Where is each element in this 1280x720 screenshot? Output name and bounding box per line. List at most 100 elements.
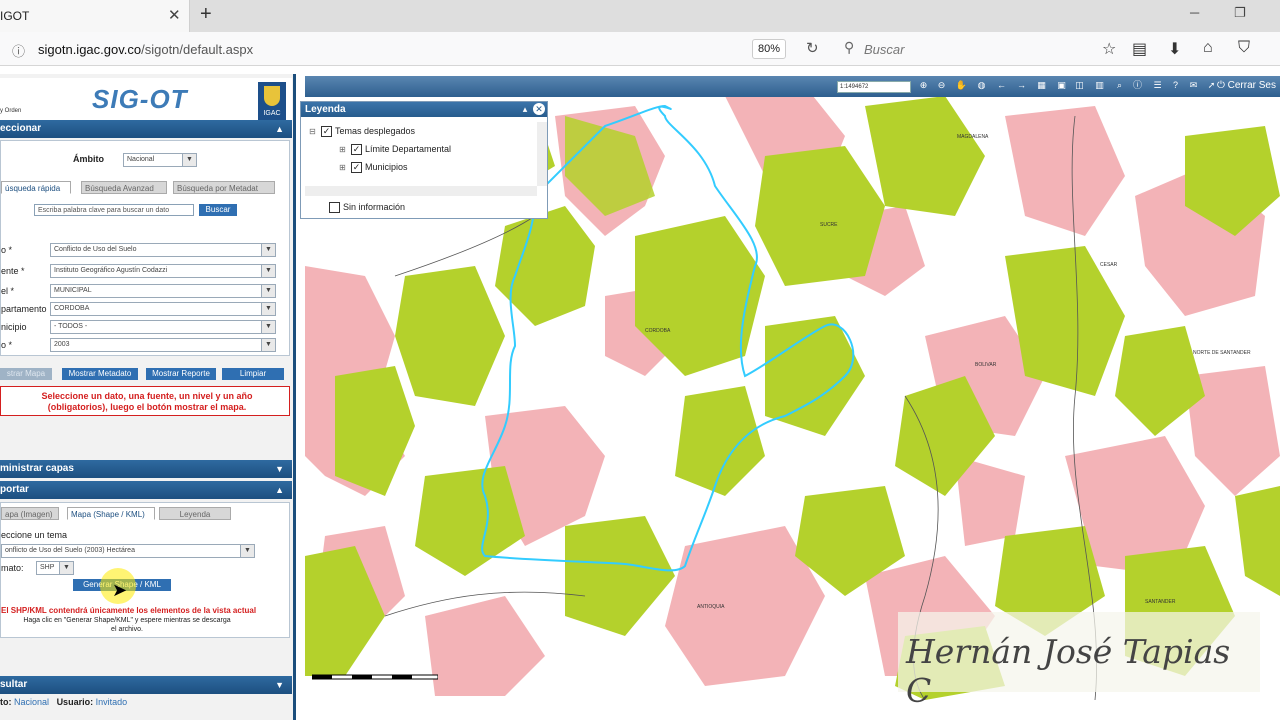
seleccionar-box: Ámbito Nacional ▼ úsqueda rápida Búsqueda…	[0, 140, 290, 356]
find-icon[interactable]: ⌕	[1113, 79, 1126, 92]
departamento-value: CORDOBA	[54, 305, 90, 312]
exportar-title: portar	[0, 484, 29, 495]
scale-bar	[312, 674, 438, 680]
label-magdalena: MAGDALENA	[957, 134, 989, 140]
legend-sin-informacion[interactable]: Sin información	[329, 202, 405, 214]
left-panel: y Orden SIG-OT IGAC eccionar ▲ Ámbito Na…	[0, 74, 296, 720]
close-tab-icon[interactable]: ✕	[168, 6, 181, 24]
new-tab-icon[interactable]: +	[200, 3, 212, 26]
back-icon[interactable]: ←	[995, 79, 1008, 92]
measure-icon[interactable]: ▥	[1093, 79, 1106, 92]
consultar-header[interactable]: sultar ▼	[0, 676, 292, 694]
mostrar-reporte-button[interactable]: Mostrar Reporte	[146, 368, 216, 380]
label-bolivar: BOLIVAR	[975, 362, 997, 368]
field-label-nivel: el *	[1, 286, 15, 296]
layers-icon[interactable]: ▦	[1035, 79, 1048, 92]
municipio-select[interactable]: - TODOS - ▼	[50, 320, 276, 334]
nivel-select[interactable]: MUNICIPAL ▼	[50, 284, 276, 298]
mostrar-mapa-button[interactable]: strar Mapa	[0, 368, 52, 380]
zoom-in-icon[interactable]: ⊕	[917, 79, 930, 92]
field-label-anio: o *	[1, 340, 13, 350]
scale-select[interactable]: 1:1494672	[837, 81, 911, 93]
browser-search-input[interactable]: Buscar	[864, 42, 904, 57]
seleccionar-title: eccionar	[0, 123, 42, 134]
bookmark-star-icon[interactable]: ☆	[1102, 39, 1116, 59]
buscar-button[interactable]: Buscar	[199, 204, 237, 216]
legend-scrollbar[interactable]	[537, 122, 547, 186]
label-sucre: SUCRE	[820, 222, 838, 228]
legend-window[interactable]: Leyenda ▴ ✕ ⊟ ✓ Temas desplegados ⊞ ✓ Límite…	[300, 101, 548, 219]
reload-icon[interactable]: ↻	[806, 39, 819, 57]
restore-icon[interactable]: ❐	[1234, 5, 1246, 21]
administrar-capas-header[interactable]: ministrar capas ▼	[0, 460, 292, 478]
keyword-search-input[interactable]: Escriba palabra clave para buscar un dat…	[34, 204, 194, 216]
tab-busqueda-avanzada[interactable]: Búsqueda Avanzad	[81, 181, 167, 194]
legend-item-municipios[interactable]: ⊞ ✓ Municipios	[339, 162, 408, 174]
download-icon[interactable]: ⬇	[1168, 39, 1181, 59]
select-icon[interactable]: ▣	[1055, 79, 1068, 92]
checkbox-checked[interactable]: ✓	[351, 144, 362, 156]
legend-header[interactable]: Leyenda ▴ ✕	[301, 102, 547, 117]
chevron-down-icon: ▼	[240, 545, 254, 557]
tree-collapse-icon[interactable]: ⊟	[309, 127, 318, 136]
zoom-indicator[interactable]: 80%	[752, 39, 786, 59]
forward-icon[interactable]: →	[1015, 79, 1028, 92]
formato-select[interactable]: SHP ▼	[36, 561, 74, 575]
address-bar[interactable]: sigotn.igac.gov.co/sigotn/default.aspx	[38, 42, 253, 57]
dato-select[interactable]: Conflicto de Uso del Suelo ▼	[50, 243, 276, 257]
pan-icon[interactable]: ✋	[955, 79, 968, 92]
tab-busqueda-rapida[interactable]: úsqueda rápida	[1, 181, 71, 194]
chevron-down-icon: ▼	[261, 339, 275, 351]
zoom-out-icon[interactable]: ⊖	[935, 79, 948, 92]
expand-icon[interactable]: ▼	[275, 676, 284, 694]
field-label-fuente: ente *	[1, 266, 25, 276]
list-icon[interactable]: ☰	[1151, 79, 1164, 92]
departamento-select[interactable]: CORDOBA ▼	[50, 302, 276, 316]
anio-value: 2003	[54, 341, 70, 348]
checkbox-checked[interactable]: ✓	[321, 126, 332, 138]
expand-icon[interactable]: ▼	[275, 460, 284, 478]
checkbox-checked[interactable]: ✓	[351, 162, 362, 174]
globe-icon[interactable]: ◍	[975, 79, 988, 92]
label-cordoba: CORDOBA	[645, 328, 671, 334]
mostrar-metadato-button[interactable]: Mostrar Metadato	[62, 368, 138, 380]
browser-tab[interactable]: IGOT ✕	[0, 0, 190, 32]
anio-select[interactable]: 2003 ▼	[50, 338, 276, 352]
ambito-select[interactable]: Nacional ▼	[123, 153, 197, 167]
tree-expand-icon[interactable]: ⊞	[339, 145, 348, 154]
minimize-icon[interactable]: ─	[1190, 5, 1199, 20]
url-domain: sigotn.igac.gov.co	[38, 42, 142, 57]
tab-mapa-imagen[interactable]: apa (Imagen)	[1, 507, 59, 520]
fuente-select[interactable]: Instituto Geográfico Agustín Codazzi ▼	[50, 264, 276, 278]
legend-title: Leyenda	[305, 104, 346, 115]
legend-item-temas[interactable]: ⊟ ✓ Temas desplegados	[309, 126, 415, 138]
collapse-icon[interactable]: ▲	[275, 481, 284, 499]
label-norte-de-santander: NORTE DE SANTANDER	[1193, 350, 1251, 356]
collapse-icon[interactable]: ▲	[275, 120, 284, 138]
legend-hscrollbar[interactable]	[305, 186, 537, 196]
legend-item-limite[interactable]: ⊞ ✓ Límite Departamental	[339, 144, 451, 156]
tema-select[interactable]: onflicto de Uso del Suelo (2003) Hectáre…	[1, 544, 255, 558]
seleccionar-header[interactable]: eccionar ▲	[0, 120, 292, 138]
pocket-icon[interactable]: ⛉	[1238, 39, 1250, 57]
exportar-header[interactable]: portar ▲	[0, 481, 292, 499]
reading-list-icon[interactable]: ▤	[1132, 39, 1147, 59]
formato-label: mato:	[1, 563, 24, 573]
home-icon[interactable]: ⌂	[1203, 39, 1213, 57]
site-info-icon[interactable]: ⓘ	[12, 41, 25, 60]
tab-mapa-shape-kml[interactable]: Mapa (Shape / KML)	[67, 507, 155, 520]
tree-expand-icon[interactable]: ⊞	[339, 163, 348, 172]
cerrar-sesion-link[interactable]: ⏻ Cerrar Ses	[1217, 80, 1276, 91]
minimize-legend-icon[interactable]: ▴	[519, 103, 531, 115]
tab-leyenda[interactable]: Leyenda	[159, 507, 231, 520]
info-icon[interactable]: ⓘ	[1131, 79, 1144, 92]
ambito-value: Nacional	[127, 156, 155, 163]
tab-busqueda-metadato[interactable]: Búsqueda por Metadat	[173, 181, 275, 194]
field-label-departamento: partamento	[1, 304, 47, 314]
clear-icon[interactable]: ◫	[1073, 79, 1086, 92]
close-legend-icon[interactable]: ✕	[533, 103, 545, 115]
help-icon[interactable]: ?	[1169, 79, 1182, 92]
checkbox-unchecked[interactable]	[329, 202, 340, 214]
limpiar-button[interactable]: Limpiar	[222, 368, 284, 380]
mail-icon[interactable]: ✉	[1187, 79, 1200, 92]
